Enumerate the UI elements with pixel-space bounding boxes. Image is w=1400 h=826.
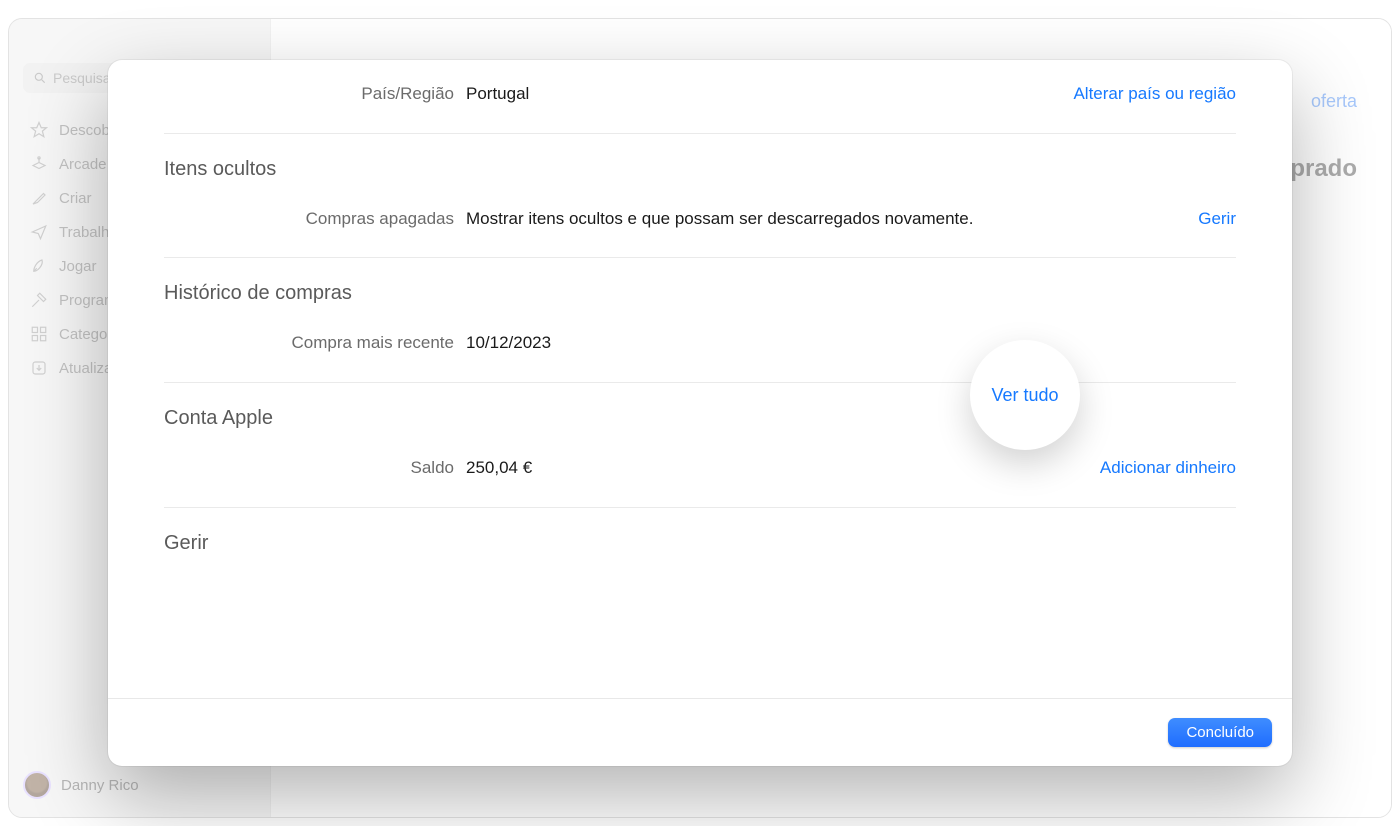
hidden-title: Itens ocultos: [164, 158, 1236, 181]
section-region: País/Região Portugal Alterar país ou reg…: [164, 78, 1236, 134]
row-hidden: Compras apagadas Mostrar itens ocultos e…: [164, 207, 1236, 232]
row-region: País/Região Portugal Alterar país ou reg…: [164, 82, 1236, 107]
value-balance: 250,04 €: [466, 456, 986, 481]
value-hidden: Mostrar itens ocultos e que possam ser d…: [466, 207, 986, 232]
history-title: Histórico de compras: [164, 282, 1236, 305]
section-manage: Gerir: [164, 508, 1236, 581]
label-hidden: Compras apagadas: [164, 207, 454, 232]
value-history: 10/12/2023: [466, 331, 986, 356]
label-history: Compra mais recente: [164, 331, 454, 356]
done-button[interactable]: Concluído: [1168, 718, 1272, 747]
manage-title: Gerir: [164, 532, 1236, 555]
highlight-bubble: Ver tudo: [970, 340, 1080, 450]
section-history: Histórico de compras Compra mais recente…: [164, 258, 1236, 383]
add-funds-link[interactable]: Adicionar dinheiro: [1100, 456, 1236, 481]
modal-footer: Concluído: [108, 698, 1292, 766]
row-balance: Saldo 250,04 € Adicionar dinheiro: [164, 456, 1236, 481]
label-balance: Saldo: [164, 456, 454, 481]
manage-hidden-link[interactable]: Gerir: [1198, 207, 1236, 232]
section-hidden: Itens ocultos Compras apagadas Mostrar i…: [164, 134, 1236, 259]
label-region: País/Região: [164, 82, 454, 107]
see-all-highlighted[interactable]: Ver tudo: [991, 385, 1058, 406]
change-region-link[interactable]: Alterar país ou região: [1073, 82, 1236, 107]
modal-body: País/Região Portugal Alterar país ou reg…: [108, 60, 1292, 698]
value-region: Portugal: [466, 82, 986, 107]
account-modal: País/Região Portugal Alterar país ou reg…: [108, 60, 1292, 766]
row-history: Compra mais recente 10/12/2023 Ver tudo: [164, 331, 1236, 356]
